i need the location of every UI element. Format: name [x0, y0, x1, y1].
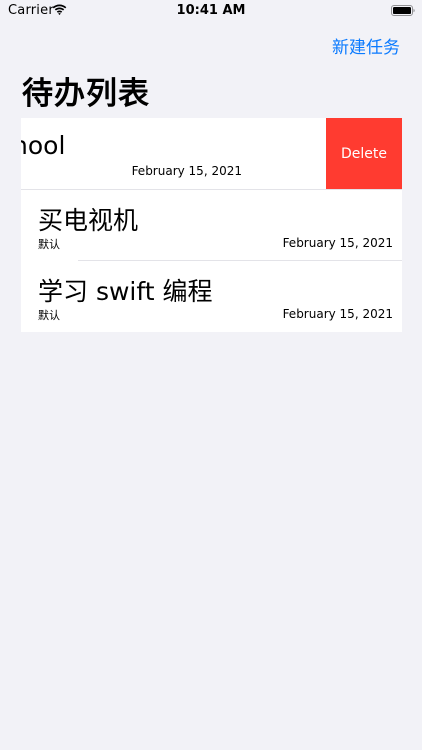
task-title: o school [21, 131, 66, 160]
task-category: 默认 [38, 238, 60, 251]
task-row-content[interactable]: o school February 15, 2021 [21, 118, 326, 189]
task-date: February 15, 2021 [131, 164, 242, 178]
task-list: o school February 15, 2021 Delete 买电视机 默… [21, 118, 402, 332]
delete-button[interactable]: Delete [326, 118, 402, 189]
task-date: February 15, 2021 [282, 307, 393, 321]
task-title: 学习 swift 编程 [38, 277, 213, 306]
status-bar: Carrier 10:41 AM [0, 0, 422, 24]
clock-label: 10:41 AM [176, 3, 246, 18]
task-row[interactable]: 学习 swift 编程 默认 February 15, 2021 [21, 261, 402, 332]
battery-icon [391, 5, 415, 16]
task-category: 默认 [38, 309, 60, 322]
new-task-button[interactable]: 新建任务 [332, 33, 400, 58]
page-title: 待办列表 [22, 76, 150, 112]
task-row[interactable]: 买电视机 默认 February 15, 2021 [21, 190, 402, 261]
task-date: February 15, 2021 [282, 236, 393, 250]
task-title: 买电视机 [38, 206, 139, 235]
task-row[interactable]: o school February 15, 2021 Delete [21, 118, 402, 189]
